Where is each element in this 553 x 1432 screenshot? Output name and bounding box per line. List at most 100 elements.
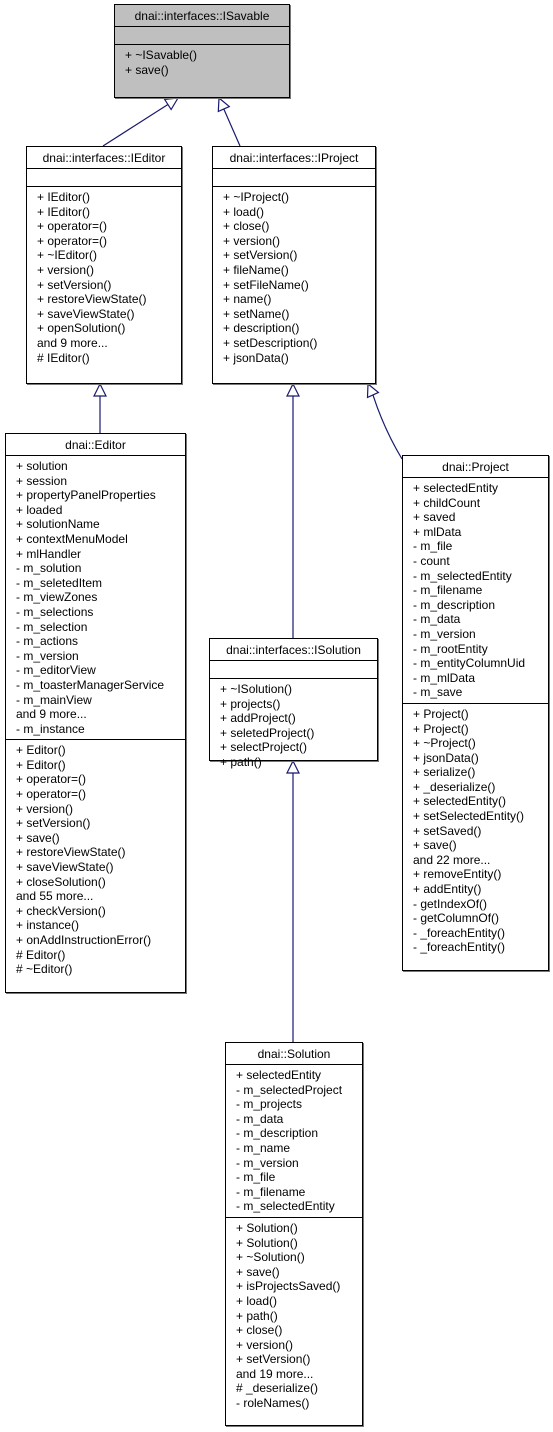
method-row: + setSaved() [413, 823, 482, 838]
class-iproject[interactable]: dnai::interfaces::IProject + ~IProject()… [212, 146, 376, 384]
more-members-link[interactable]: and 9 more... [16, 707, 181, 722]
attribute-row: - m_version [16, 648, 79, 663]
class-title: dnai::Project [442, 460, 509, 474]
class-isavable[interactable]: dnai::interfaces::ISavable + ~ISavable()… [114, 4, 290, 98]
method-row: + ~Project() [413, 736, 476, 751]
method-row: - getColumnOf() [413, 911, 500, 926]
method-row: + serialize() [413, 765, 476, 780]
attributes-section: + selectedEntity - m_selectedProject - m_p… [226, 1064, 362, 1217]
class-title: dnai::interfaces::IEditor [42, 151, 166, 165]
method-row: + instance() [16, 918, 80, 933]
more-members-link[interactable]: and 55 more... [16, 889, 181, 904]
method-row: + projects() [220, 696, 281, 711]
class-ieditor[interactable]: dnai::interfaces::IEditor + IEditor() + I… [26, 146, 182, 384]
edge-line [372, 394, 403, 460]
method-row: + ~Solution() [236, 1250, 305, 1265]
more-members-link[interactable]: and 19 more... [236, 1367, 358, 1382]
method-row: + selectProject() [220, 740, 308, 755]
method-row: + setVersion() [223, 248, 298, 263]
method-row: + ~ISolution() [220, 682, 293, 696]
inheritance-edge-isolution-to-iproject [286, 382, 300, 638]
more-members-link[interactable]: and 9 more... [37, 336, 177, 351]
method-row: + jsonData() [223, 350, 289, 365]
method-row: + Solution() [236, 1220, 298, 1235]
inheritance-arrowhead-icon [286, 382, 300, 397]
attribute-row: - count [413, 553, 450, 568]
method-row: + Solution() [236, 1235, 298, 1250]
method-row: + version() [223, 233, 281, 248]
class-solution[interactable]: dnai::Solution + selectedEntity - m_selec… [225, 1042, 363, 1426]
class-isolution[interactable]: dnai::interfaces::ISolution + ~ISolution… [209, 638, 378, 769]
method-row: + setVersion() [16, 816, 91, 831]
methods-section: + ~ISavable() + save() [115, 44, 289, 80]
attribute-row: + solutionName [16, 517, 100, 532]
attributes-section [210, 660, 377, 678]
methods-section: + ~ISolution() + projects() + addProject()… [210, 678, 377, 773]
method-row: + jsonData() [413, 750, 479, 765]
method-row: + version() [16, 801, 74, 816]
inheritance-arrowhead-icon [217, 96, 231, 113]
attribute-row: - m_filename [236, 1184, 306, 1199]
attribute-row: - m_viewZones [16, 590, 98, 605]
inheritance-arrowhead-icon [93, 382, 107, 397]
attribute-row: - m_version [236, 1155, 299, 1170]
method-row: # ~Editor() [16, 962, 73, 977]
class-project[interactable]: dnai::Project + selectedEntity + childCou… [402, 455, 549, 971]
edge-line [223, 108, 241, 147]
attribute-row: - m_mainView [16, 692, 92, 707]
method-row: + version() [37, 262, 95, 277]
attributes-section: + selectedEntity + childCount + saved + mlD… [403, 477, 548, 703]
method-row: + closeSolution() [16, 874, 106, 889]
attribute-row: + selectedEntity [236, 1068, 322, 1082]
inheritance-edge-solution-to-isolution [286, 759, 300, 1042]
inheritance-arrowhead-icon [366, 382, 380, 399]
method-row: + operator=() [37, 219, 108, 234]
method-row: - getIndexOf() [413, 896, 488, 911]
method-row: + ~IProject() [223, 190, 290, 204]
attribute-row: - m_data [413, 612, 461, 627]
method-row: + selectedEntity() [413, 794, 507, 809]
method-row: + save() [125, 62, 169, 77]
attribute-row: + propertyPanelProperties [16, 488, 156, 503]
attributes-section [213, 168, 375, 186]
method-row: + saveViewState() [16, 860, 114, 875]
attribute-row: - m_description [236, 1126, 319, 1141]
attribute-row: + loaded [16, 502, 63, 517]
class-title: dnai::interfaces::IProject [229, 151, 359, 165]
method-row: + load() [223, 204, 265, 219]
attribute-row: - m_selectedProject [236, 1082, 343, 1097]
attribute-row: - m_editorView [16, 663, 96, 678]
attribute-row: - m_file [413, 539, 453, 554]
inheritance-edge-editor-to-ieditor [93, 382, 107, 433]
attribute-row: - m_selections [16, 604, 94, 619]
attribute-row: - m_toasterManagerService [16, 677, 165, 692]
method-row: + addEntity() [413, 882, 482, 897]
attribute-row: - m_rootEntity [413, 641, 488, 656]
attribute-row: - m_entityColumnUid [413, 656, 526, 671]
methods-section: + Solution() + Solution() + ~Solution() + s… [226, 1216, 362, 1414]
attribute-row: + selectedEntity [413, 481, 499, 495]
inheritance-edge-ieditor-to-isavable [102, 97, 180, 147]
method-row: + load() [236, 1293, 278, 1308]
method-row: + ~ISavable() [125, 48, 198, 62]
attribute-row: + childCount [413, 495, 481, 510]
more-members-link[interactable]: and 22 more... [413, 853, 544, 868]
method-row: + restoreViewState() [37, 292, 147, 307]
method-row: + setVersion() [236, 1352, 311, 1367]
class-editor[interactable]: dnai::Editor + solution + session + proper… [5, 433, 186, 993]
method-row: + saveViewState() [37, 306, 135, 321]
method-row: + name() [223, 292, 272, 307]
method-row: + setSelectedEntity() [413, 809, 525, 824]
attribute-row: - m_mlData [413, 670, 476, 685]
method-row: + Project() [413, 721, 469, 736]
method-row: + setVersion() [37, 277, 112, 292]
method-row: - _foreachEntity() [413, 940, 506, 955]
inheritance-edge-iproject-to-isavable [217, 96, 241, 147]
method-row: + setName() [223, 306, 290, 321]
attributes-section [115, 26, 289, 44]
attribute-row: - m_solution [16, 561, 82, 576]
class-title: dnai::interfaces::ISavable [134, 9, 270, 23]
method-row: + IEditor() [37, 204, 91, 219]
method-row: + description() [223, 321, 300, 336]
attribute-row: + saved [413, 510, 456, 525]
